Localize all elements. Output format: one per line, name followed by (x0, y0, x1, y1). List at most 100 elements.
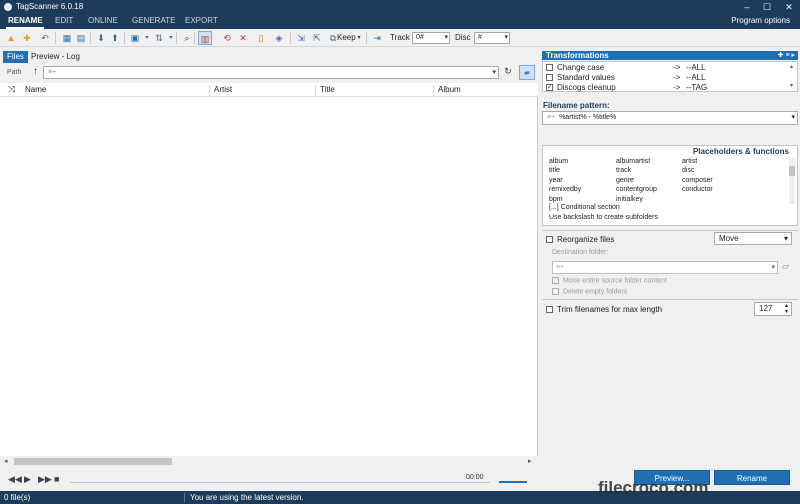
play-icon[interactable]: ▶ (24, 474, 31, 485)
scroll-right-icon[interactable]: ▸ (528, 457, 532, 465)
list-item[interactable]: Standard values -> --ALL (546, 73, 786, 83)
placeholder-item[interactable]: genre (616, 177, 634, 184)
placeholder-item[interactable]: contentgroup (616, 186, 657, 193)
placeholder-item[interactable]: conductor (682, 186, 713, 193)
add-folder-icon[interactable]: ✚ (20, 31, 34, 45)
toolbar-separator (176, 32, 177, 44)
export-icon[interactable]: ⇱ (310, 31, 324, 45)
browse-folder-icon[interactable]: ▱ (782, 261, 789, 272)
placeholder-item[interactable]: title (549, 167, 560, 174)
delete-empty-folders-option[interactable]: Delete empty folders (552, 288, 627, 295)
column-artist[interactable]: Artist (209, 85, 232, 97)
scroll-left-icon[interactable]: ◂ (4, 457, 8, 465)
column-title[interactable]: Title (315, 85, 335, 97)
placeholder-item[interactable]: year (549, 177, 563, 184)
placeholders-panel: Placeholders & functions album albumarti… (542, 145, 798, 226)
filename-pattern-input[interactable]: ≡+ %artist% - %title% ▾ (542, 111, 798, 125)
move-up-icon[interactable]: ⬆ (108, 31, 122, 45)
settings-icon[interactable]: ≡ (785, 52, 789, 59)
placeholder-item[interactable]: artist (682, 158, 697, 165)
scrollbar-thumb[interactable] (14, 458, 172, 465)
up-folder-icon[interactable]: ↑ (33, 66, 38, 77)
menu-edit[interactable]: EDIT (55, 16, 73, 25)
chevron-down-icon[interactable]: ▾ (791, 112, 795, 124)
list-item[interactable]: Change case -> --ALL (546, 63, 786, 73)
search-icon[interactable]: ⌕ (180, 31, 194, 45)
stop-icon[interactable]: ■ (54, 474, 59, 484)
path-input[interactable]: ≡+ ▾ (43, 66, 499, 79)
status-message: You are using the latest version. (190, 493, 304, 502)
chevron-down-icon[interactable]: ▾ (771, 262, 775, 273)
clean-icon[interactable]: ✕ (236, 31, 250, 45)
shuffle-icon[interactable]: ⤨ (8, 84, 15, 95)
seek-bar[interactable] (70, 482, 490, 483)
undo-icon[interactable]: ↶ (38, 31, 52, 45)
stepper-arrows-icon[interactable]: ▴ ▾ (785, 303, 788, 315)
move-down-icon[interactable]: ⬇ (94, 31, 108, 45)
checkbox[interactable] (552, 277, 559, 284)
reorganize-checkbox[interactable] (546, 236, 553, 244)
placeholder-item[interactable]: track (616, 167, 631, 174)
column-name[interactable]: Name (21, 85, 46, 97)
placeholder-item[interactable]: bpm (549, 196, 563, 203)
maximize-button[interactable]: ☐ (756, 1, 778, 13)
add-icon[interactable]: ✚ (778, 52, 784, 59)
tab-files[interactable]: Files (3, 51, 28, 63)
close-button[interactable]: ✕ (778, 1, 800, 13)
chevron-down-icon[interactable]: ▾ (492, 67, 496, 78)
menu-online[interactable]: ONLINE (88, 16, 118, 25)
move-folder-content-option[interactable]: Move entire source folder content (552, 277, 667, 284)
checkbox[interactable] (552, 288, 559, 295)
track-combo[interactable]: 0# ▾ (412, 32, 450, 44)
apply-icon[interactable]: ⇥ (370, 31, 384, 45)
tag-icon[interactable]: ◈ (272, 31, 286, 45)
disc-label: Disc (455, 33, 471, 42)
placeholders-scrollbar[interactable] (789, 158, 795, 204)
minimize-button[interactable]: – (736, 1, 758, 13)
disc-combo[interactable]: # ▾ (474, 32, 510, 44)
menu-rename[interactable]: RENAME (8, 16, 43, 25)
tab-preview-log[interactable]: Preview - Log (27, 51, 84, 63)
import-icon[interactable]: ⇲ (294, 31, 308, 45)
max-length-stepper[interactable]: 127 ▴ ▾ (754, 302, 792, 316)
expand-icon[interactable]: ▸ (791, 52, 795, 59)
destination-folder-input[interactable]: ≡+ ▾ (552, 261, 778, 274)
refresh-icon[interactable]: ↻ (502, 66, 514, 79)
transformations-header: Transformations ✚ ≡ ▸ (542, 51, 798, 60)
menu-generate[interactable]: GENERATE (132, 16, 175, 25)
option-label: Delete empty folders (563, 288, 628, 296)
document-icon[interactable]: ▯ (254, 31, 268, 45)
select-all-icon[interactable]: ▦ (60, 31, 74, 45)
open-folder-icon[interactable]: ▲ (4, 31, 18, 45)
reorganize-mode-select[interactable]: Move ▾ (714, 232, 792, 245)
checkbox[interactable] (546, 64, 553, 72)
rewind-icon[interactable]: ◀◀ (8, 474, 22, 485)
browse-folder-icon[interactable]: ▰ (519, 65, 535, 80)
volume-slider[interactable] (499, 481, 527, 483)
rename-button[interactable]: Rename (714, 470, 790, 485)
arrow-text: -> (673, 83, 681, 92)
scroll-up-icon[interactable]: ▴ (790, 63, 795, 70)
checkbox[interactable] (546, 74, 553, 82)
view-mode-icon[interactable]: ▥ (198, 31, 212, 45)
column-album[interactable]: Album (433, 85, 461, 97)
fast-forward-icon[interactable]: ▶▶ (38, 474, 52, 485)
horizontal-scrollbar[interactable]: ◂ ▸ (0, 456, 538, 467)
path-label: Path (7, 69, 22, 76)
placeholder-item[interactable]: disc (682, 167, 694, 174)
keep-dropdown-icon[interactable]: ▾ (352, 31, 366, 45)
placeholder-item[interactable]: composer (682, 177, 713, 184)
menu-export[interactable]: EXPORT (185, 16, 218, 25)
placeholder-item[interactable]: album (549, 158, 568, 165)
list-item[interactable]: ✓ Discogs cleanup -> --TAG (546, 83, 786, 93)
find-replace-icon[interactable]: ⟲ (220, 31, 234, 45)
placeholder-item[interactable]: initialkey (616, 196, 643, 203)
checkbox-checked[interactable]: ✓ (546, 84, 553, 92)
invert-selection-icon[interactable]: ▤ (74, 31, 88, 45)
placeholder-item[interactable]: remixedby (549, 186, 581, 193)
trim-checkbox[interactable] (546, 306, 553, 314)
program-options-menu[interactable]: Program options (731, 16, 790, 25)
scroll-down-icon[interactable]: ▾ (790, 82, 795, 89)
placeholder-item[interactable]: albumartist (616, 158, 650, 165)
scrollbar-thumb[interactable] (789, 166, 795, 176)
